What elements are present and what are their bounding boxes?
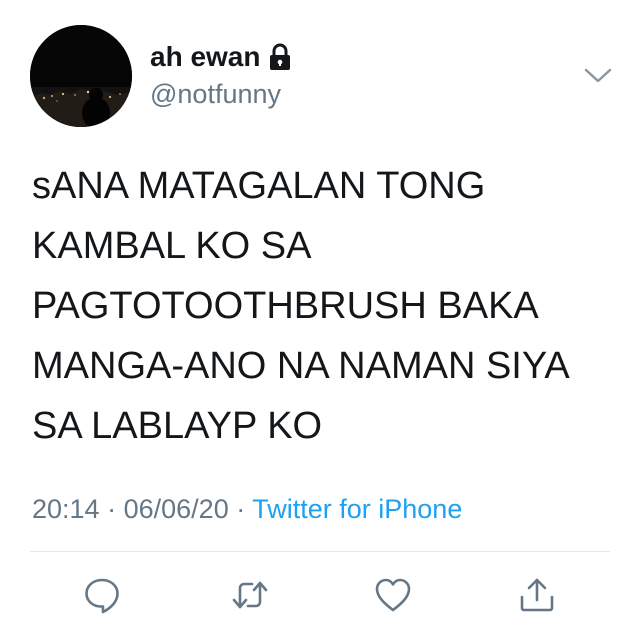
meta-separator: · (236, 494, 246, 524)
user-name-row[interactable]: ah ewan (150, 40, 292, 74)
tweet-source-link[interactable]: Twitter for iPhone (252, 494, 462, 524)
tweet-line: KAMBAL KO SA (32, 225, 312, 267)
meta-separator: · (107, 494, 117, 524)
share-icon (517, 575, 557, 615)
retweet-button[interactable] (228, 573, 272, 617)
share-button[interactable] (515, 573, 559, 617)
reply-icon (82, 575, 122, 615)
tweet-line: sANA MATAGALAN TONG (32, 165, 486, 207)
chevron-down-icon[interactable] (582, 62, 614, 88)
avatar[interactable] (30, 25, 132, 127)
tweet-line: SA LABLAYP KO (32, 405, 323, 447)
tweet-date[interactable]: 06/06/20 (124, 494, 229, 524)
retweet-icon (230, 575, 270, 615)
user-handle[interactable]: @notfunny (150, 79, 281, 110)
action-bar (0, 573, 640, 617)
tweet-line: MANGA-ANO NA NAMAN SIYA (32, 345, 570, 387)
tweet-line: PAGTOTOOTHBRUSH BAKA (32, 285, 539, 327)
display-name: ah ewan (150, 41, 261, 72)
divider (30, 551, 610, 552)
avatar-image (30, 25, 132, 127)
heart-icon (373, 575, 413, 615)
lock-icon (268, 42, 292, 72)
tweet-text: sANA MATAGALAN TONG KAMBAL KO SA PAGTOTO… (32, 156, 622, 456)
like-button[interactable] (371, 573, 415, 617)
tweet-time[interactable]: 20:14 (32, 494, 100, 524)
reply-button[interactable] (80, 573, 124, 617)
tweet-meta: 20:14 · 06/06/20 · Twitter for iPhone (32, 494, 462, 525)
